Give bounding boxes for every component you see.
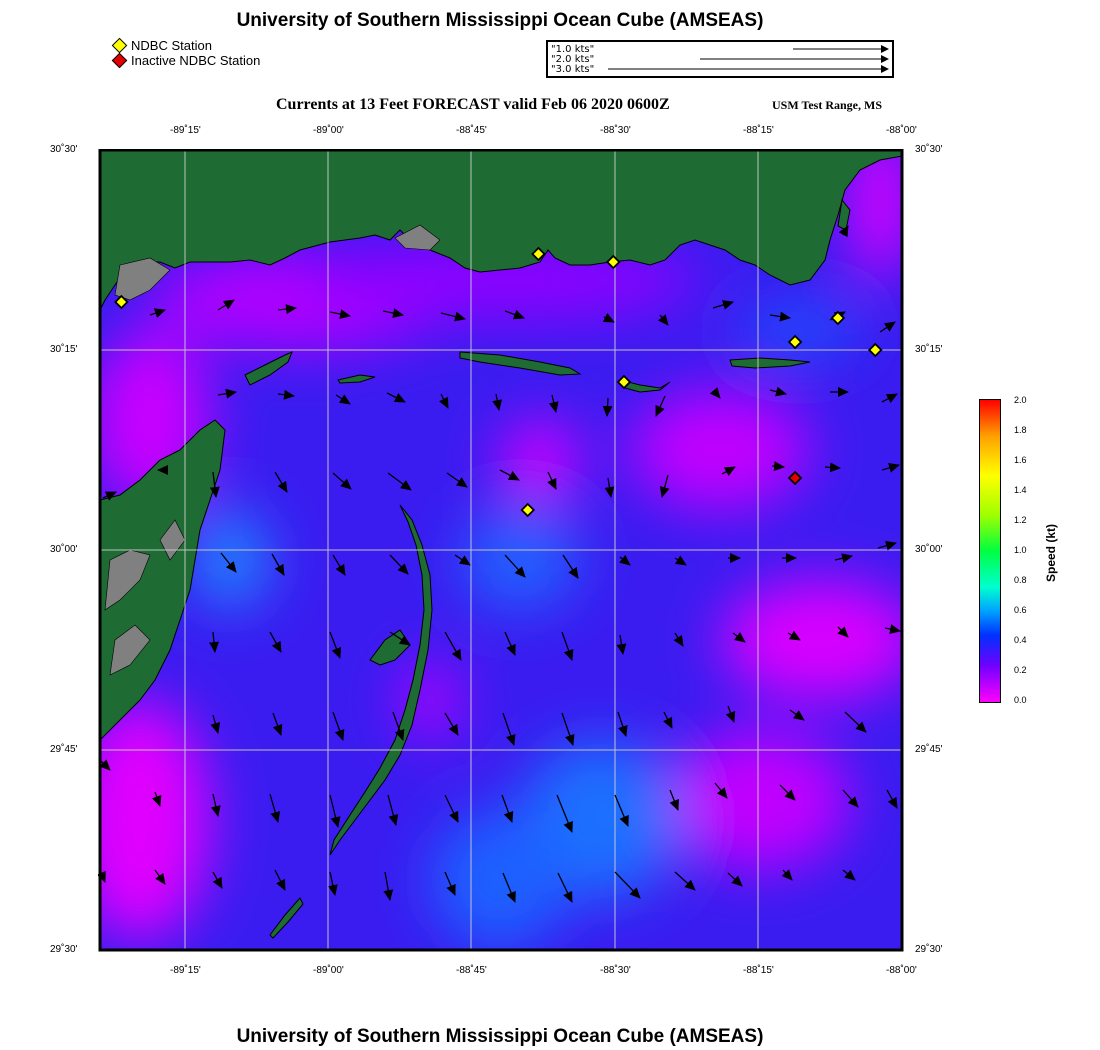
lat-tick-right-1: 30˚30' [915, 144, 943, 155]
footer-title: University of Southern Mississippi Ocean… [236, 1026, 764, 1047]
colorbar-tick-2: 0.4 [1014, 635, 1027, 645]
lon-tick-top-5: -88˚15' [743, 125, 774, 136]
colorbar-tick-6: 1.2 [1014, 515, 1027, 525]
legend-inactive-station: Inactive NDBC Station [111, 52, 261, 69]
lat-tick-left-2: 30˚15' [50, 344, 78, 355]
lon-tick-bottom-2: -89˚00' [313, 965, 344, 976]
map-title: University of Southern Mississippi Ocean… [236, 10, 764, 31]
lon-tick-bottom-5: -88˚15' [743, 965, 774, 976]
vector-scale-box: "1.0 kts" "2.0 kts" "3.0 kts" [546, 40, 894, 78]
legend-active-station: NDBC Station [111, 37, 260, 54]
lon-tick-top-1: -89˚15' [170, 125, 201, 136]
lon-tick-bottom-3: -88˚45' [456, 965, 487, 976]
lat-tick-left-5: 29˚30' [50, 944, 78, 955]
colorbar-tick-4: 0.8 [1014, 575, 1027, 585]
lat-tick-right-5: 29˚30' [915, 944, 943, 955]
station-legend: NDBC Station Inactive NDBC Station [111, 37, 261, 69]
lat-tick-left-1: 30˚30' [50, 144, 78, 155]
colorbar-tick-7: 1.4 [1014, 485, 1027, 495]
colorbar-tick-8: 1.6 [1014, 455, 1027, 465]
lat-tick-left-4: 29˚45' [50, 744, 78, 755]
colorbar-tick-1: 0.2 [1014, 665, 1027, 675]
legend-active-label: NDBC Station [131, 38, 212, 53]
forecast-subtitle: Currents at 13 Feet FORECAST valid Feb 0… [276, 96, 670, 113]
legend-inactive-label: Inactive NDBC Station [131, 53, 261, 68]
colorbar-tick-5: 1.0 [1014, 545, 1027, 555]
lat-tick-left-3: 30˚00' [50, 544, 78, 555]
lat-tick-right-2: 30˚15' [915, 344, 943, 355]
lat-tick-right-4: 29˚45' [915, 744, 943, 755]
colorbar-tick-0: 0.0 [1014, 695, 1027, 705]
current-speed-map [98, 149, 904, 952]
scale-arrows [608, 45, 889, 73]
lon-tick-top-3: -88˚45' [456, 125, 487, 136]
region-label: USM Test Range, MS [772, 98, 883, 112]
lon-tick-bottom-6: -88˚00' [886, 965, 917, 976]
colorbar-tick-3: 0.6 [1014, 605, 1027, 615]
lon-tick-top-2: -89˚00' [313, 125, 344, 136]
yellow-diamond-icon [111, 37, 128, 54]
lon-tick-bottom-4: -88˚30' [600, 965, 631, 976]
lon-tick-bottom-1: -89˚15' [170, 965, 201, 976]
lat-tick-right-3: 30˚00' [915, 544, 943, 555]
speed-colorbar [979, 399, 1001, 703]
colorbar-tick-10: 2.0 [1014, 395, 1027, 405]
colorbar-tick-9: 1.8 [1014, 425, 1027, 435]
red-diamond-icon [111, 52, 128, 69]
colorbar-label: Speed (kt) [1044, 523, 1058, 582]
lon-tick-top-4: -88˚30' [600, 125, 631, 136]
lon-tick-top-6: -88˚00' [886, 125, 917, 136]
